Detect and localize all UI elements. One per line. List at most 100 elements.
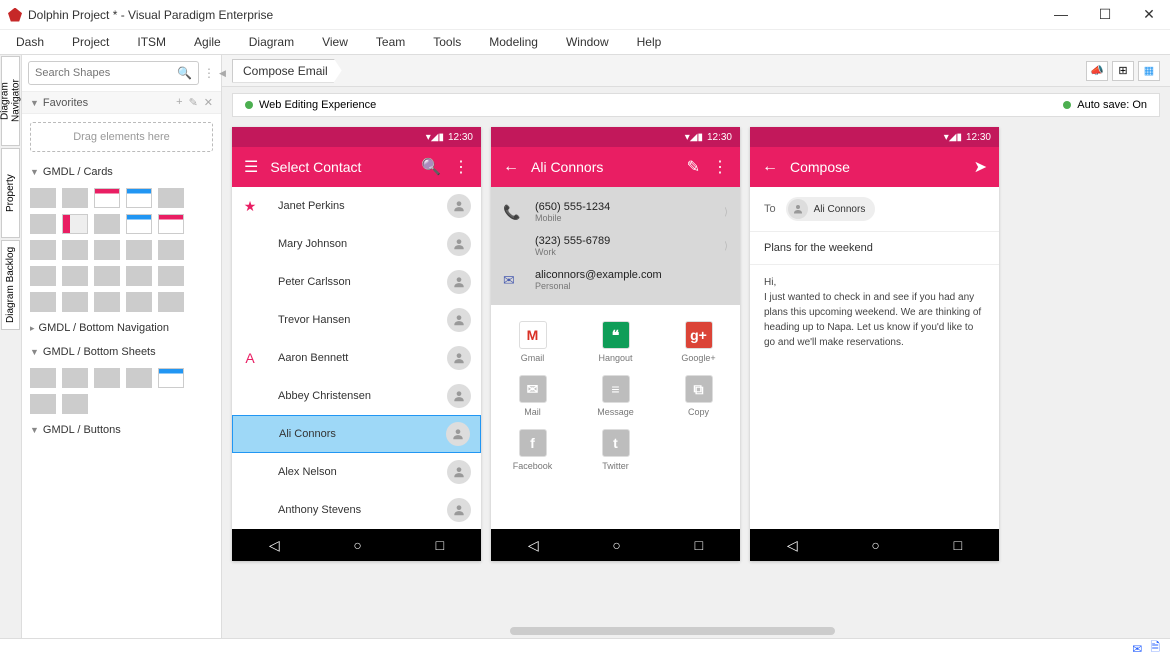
palette-shape[interactable] (126, 214, 152, 234)
palette-section-header[interactable]: ▸GMDL / Bottom Navigation (22, 316, 221, 340)
palette-shape[interactable] (158, 240, 184, 260)
palette-shape[interactable] (158, 266, 184, 286)
contact-row[interactable]: ★Janet Perkins (232, 187, 481, 225)
menu-help[interactable]: Help (637, 35, 662, 49)
menu-team[interactable]: Team (376, 35, 405, 49)
search-icon[interactable]: 🔍 (177, 66, 192, 80)
recipient-chip[interactable]: Ali Connors (786, 197, 876, 221)
email-row[interactable]: ✉aliconnors@example.comPersonal (503, 263, 728, 297)
layout-icon[interactable]: ⊞ (1112, 61, 1134, 81)
vtab-diagram-navigator[interactable]: Diagram Navigator (1, 56, 20, 146)
compose-body[interactable]: Hi,I just wanted to check in and see if … (750, 265, 999, 360)
menu-project[interactable]: Project (72, 35, 109, 49)
diagram-canvas[interactable]: ▾◢▮ 12:30 ☰ Select Contact 🔍 ⋮ ★Janet Pe… (222, 117, 1170, 624)
share-hangout[interactable]: ❝Hangout (574, 315, 657, 369)
palette-shape[interactable] (30, 240, 56, 260)
palette-shape[interactable] (158, 368, 184, 388)
announce-icon[interactable]: 📣 (1086, 61, 1108, 81)
palette-shape[interactable] (62, 188, 88, 208)
palette-shape[interactable] (30, 188, 56, 208)
wireframe-compose-email[interactable]: ▾◢▮ 12:30 ← Compose ➤ To (750, 127, 999, 561)
share-twitter[interactable]: tTwitter (574, 423, 657, 477)
favorites-dropzone[interactable]: Drag elements here (30, 122, 213, 152)
search-shapes-box[interactable]: 🔍 (28, 61, 199, 85)
palette-shape[interactable] (94, 292, 120, 312)
contact-row[interactable]: Abbey Christensen (232, 377, 481, 415)
menu-diagram[interactable]: Diagram (249, 35, 294, 49)
mail-icon[interactable]: ✉ (1132, 642, 1142, 656)
share-message[interactable]: ≡Message (574, 369, 657, 423)
share-facebook[interactable]: fFacebook (491, 423, 574, 477)
palette-shape[interactable] (158, 292, 184, 312)
vtab-diagram-backlog[interactable]: Diagram Backlog (1, 240, 20, 330)
minimize-button[interactable]: — (1048, 6, 1074, 23)
palette-shape[interactable] (94, 266, 120, 286)
palette-section-header[interactable]: ▼GMDL / Bottom Sheets (22, 340, 221, 364)
wireframe-contact-detail[interactable]: ▾◢▮ 12:30 ← Ali Connors ✎ ⋮ 📞(650) 555-1… (491, 127, 740, 561)
palette-shape[interactable] (62, 214, 88, 234)
nav-back-icon[interactable]: ◁ (269, 537, 280, 554)
palette-shape[interactable] (126, 188, 152, 208)
share-copy[interactable]: ⧉Copy (657, 369, 740, 423)
send-icon[interactable]: ➤ (974, 157, 987, 177)
palette-shape[interactable] (94, 214, 120, 234)
nav-back-icon[interactable]: ◁ (528, 537, 539, 554)
menu-tools[interactable]: Tools (433, 35, 461, 49)
palette-shape[interactable] (62, 266, 88, 286)
contact-row[interactable]: AAaron Bennett (232, 339, 481, 377)
close-button[interactable]: ✕ (1136, 6, 1162, 23)
palette-shape[interactable] (62, 240, 88, 260)
search-options-icon[interactable]: ⋮ (203, 66, 215, 80)
palette-shape[interactable] (158, 188, 184, 208)
menu-view[interactable]: View (322, 35, 348, 49)
palette-shape[interactable] (126, 368, 152, 388)
edit-icon[interactable]: ✎ (687, 157, 700, 177)
nav-back-icon[interactable]: ◁ (787, 537, 798, 554)
palette-shape[interactable] (94, 240, 120, 260)
contact-row[interactable]: Anthony Stevens (232, 491, 481, 529)
palette-shape[interactable] (30, 394, 56, 414)
palette-shape[interactable] (30, 214, 56, 234)
document-icon[interactable]: 🗎 (1150, 638, 1160, 659)
search-icon[interactable]: 🔍 (421, 157, 441, 177)
favorites-header[interactable]: ▼ Favorites + ✎ ✕ (22, 91, 221, 114)
palette-shape[interactable] (30, 266, 56, 286)
contact-row[interactable]: Peter Carlsson (232, 263, 481, 301)
share-gmail[interactable]: MGmail (491, 315, 574, 369)
menu-dash[interactable]: Dash (16, 35, 44, 49)
collapse-icon[interactable]: ◀ (219, 68, 226, 79)
phone-row[interactable]: (323) 555-6789Work⟩ (503, 229, 728, 263)
wireframe-contact-list[interactable]: ▾◢▮ 12:30 ☰ Select Contact 🔍 ⋮ ★Janet Pe… (232, 127, 481, 561)
vtab-property[interactable]: Property (1, 148, 20, 238)
contact-row[interactable]: Ali Connors (232, 415, 481, 453)
palette-shape[interactable] (94, 188, 120, 208)
menu-agile[interactable]: Agile (194, 35, 221, 49)
hamburger-icon[interactable]: ☰ (244, 157, 258, 177)
phone-row[interactable]: 📞(650) 555-1234Mobile⟩ (503, 195, 728, 229)
palette-shape[interactable] (126, 240, 152, 260)
back-arrow-icon[interactable]: ← (503, 158, 519, 176)
contact-row[interactable]: Alex Nelson (232, 453, 481, 491)
palette-shape[interactable] (30, 368, 56, 388)
palette-shape[interactable] (62, 292, 88, 312)
menu-itsm[interactable]: ITSM (137, 35, 166, 49)
share-mail[interactable]: ✉Mail (491, 369, 574, 423)
overflow-icon[interactable]: ⋮ (712, 157, 728, 177)
nav-home-icon[interactable]: ○ (353, 537, 361, 553)
panels-icon[interactable]: ▦ (1138, 61, 1160, 81)
palette-shape[interactable] (62, 368, 88, 388)
edit-favorite-icon[interactable]: ✎ (189, 96, 198, 109)
compose-subject[interactable]: Plans for the weekend (750, 232, 999, 265)
palette-shape[interactable] (158, 214, 184, 234)
maximize-button[interactable]: ☐ (1092, 6, 1118, 23)
menu-window[interactable]: Window (566, 35, 609, 49)
nav-home-icon[interactable]: ○ (871, 537, 879, 553)
nav-recent-icon[interactable]: □ (436, 537, 444, 553)
horizontal-scrollbar[interactable] (232, 624, 1160, 638)
palette-shape[interactable] (62, 394, 88, 414)
menu-modeling[interactable]: Modeling (489, 35, 538, 49)
add-favorite-icon[interactable]: + (176, 96, 182, 109)
palette-shape[interactable] (94, 368, 120, 388)
palette-shape[interactable] (30, 292, 56, 312)
remove-favorite-icon[interactable]: ✕ (204, 96, 213, 109)
